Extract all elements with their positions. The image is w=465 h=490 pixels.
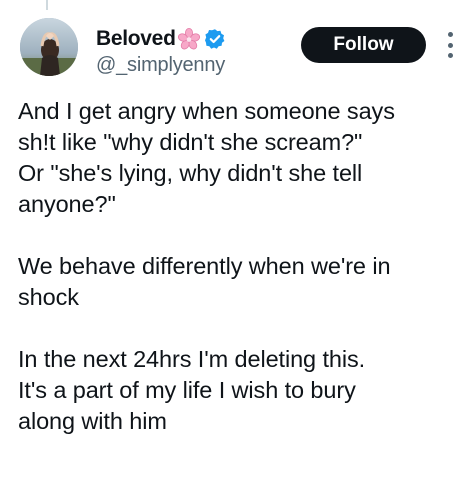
more-dot: [447, 42, 453, 48]
tweet-text: And I get angry when someone says sh!t l…: [18, 96, 458, 437]
tweet-paragraph: We behave differently when we're in shoc…: [18, 253, 391, 310]
avatar[interactable]: [20, 18, 78, 76]
more-dot: [447, 53, 453, 58]
avatar-photo: [20, 18, 78, 76]
author-handle[interactable]: @_simplyenny: [96, 54, 226, 77]
more-dot: [447, 32, 453, 37]
verified-badge-icon: [204, 28, 226, 50]
tweet-paragraph: And I get angry when someone says sh!t l…: [18, 98, 395, 217]
tweet-paragraph: In the next 24hrs I'm deleting this. It'…: [18, 346, 366, 434]
cherry-blossom-icon: [177, 27, 201, 51]
author-display-name[interactable]: Beloved: [96, 27, 176, 51]
more-options-icon[interactable]: [443, 32, 457, 58]
follow-button[interactable]: Follow: [301, 27, 426, 63]
tweet-author: Beloved @_simplyenny: [96, 26, 226, 77]
thread-connector-line: [46, 0, 48, 10]
author-name-row: Beloved: [96, 26, 226, 52]
